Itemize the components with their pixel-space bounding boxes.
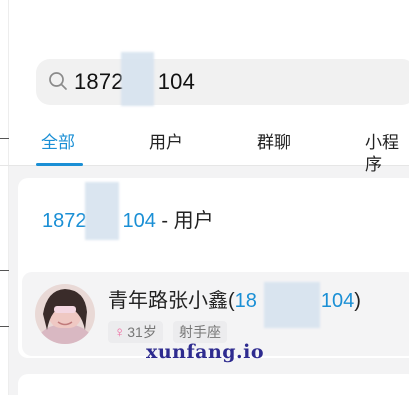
- redaction-blur: [121, 52, 154, 106]
- zodiac-badge: 射手座: [173, 321, 227, 343]
- age-badge: ♀ 31岁: [108, 321, 163, 343]
- search-icon: [49, 72, 67, 90]
- search-input[interactable]: 1872 104: [36, 59, 409, 105]
- female-symbol-icon: ♀: [114, 324, 126, 341]
- section-heading: 1872 104 - 用户: [42, 210, 214, 232]
- active-tab-indicator: [36, 163, 83, 166]
- avatar: [35, 284, 95, 344]
- edge-divider: [0, 270, 9, 271]
- tab-group-chats[interactable]: 群聊: [257, 132, 291, 154]
- next-results-card: [18, 374, 409, 395]
- window-top-area: [0, 0, 409, 50]
- redaction-blur: [264, 282, 320, 328]
- tab-all[interactable]: 全部: [41, 132, 75, 154]
- watermark: xunfang.io: [146, 341, 265, 363]
- search-category-tabs: 全部 用户 群聊 小程序: [0, 120, 409, 174]
- edge-divider: [0, 326, 9, 327]
- tab-users[interactable]: 用户: [149, 132, 183, 154]
- tab-mini-programs[interactable]: 小程序: [365, 132, 409, 176]
- redaction-blur: [85, 182, 119, 240]
- user-display-name: 青年路张小鑫(18 104): [108, 290, 361, 312]
- left-edge-strip: [0, 0, 9, 395]
